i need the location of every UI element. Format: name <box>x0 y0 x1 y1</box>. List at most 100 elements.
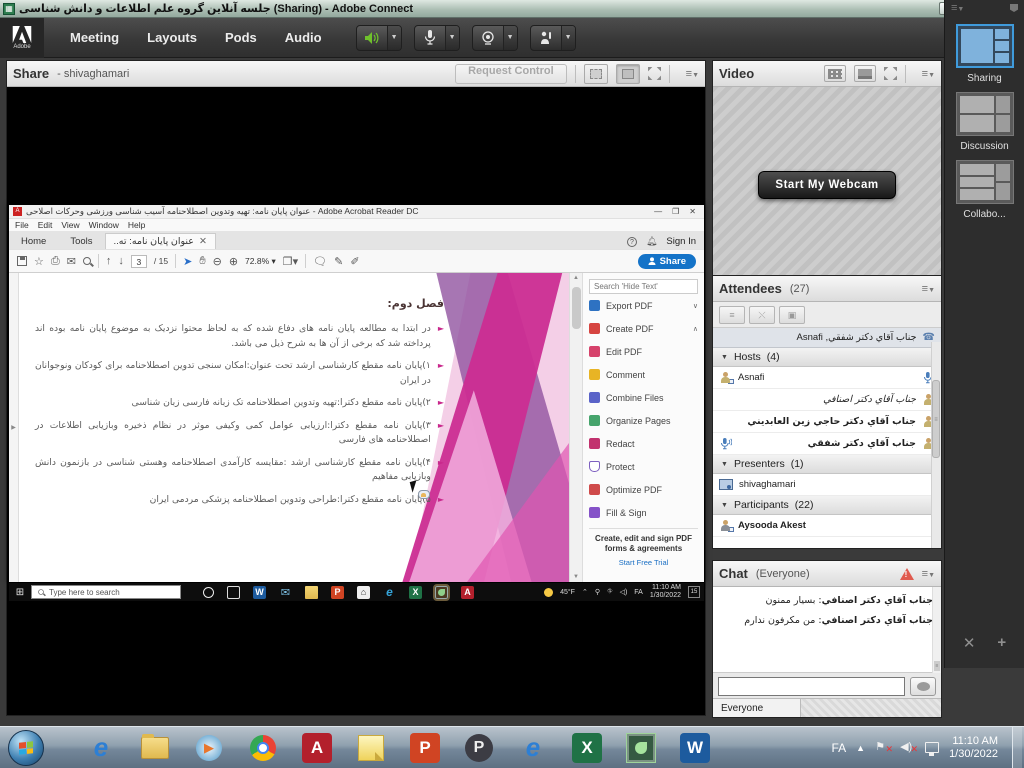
tray-volume-icon[interactable]: ◁) <box>620 588 628 596</box>
start-webcam-button[interactable]: Start My Webcam <box>758 171 895 199</box>
fullscreen-icon[interactable] <box>884 67 897 80</box>
pdf-minimize-button[interactable]: — <box>654 207 662 216</box>
tools-search-input[interactable] <box>589 279 698 294</box>
raise-hand-dropdown[interactable]: ▼ <box>561 26 575 50</box>
video-pod-menu-icon[interactable]: ≡▼ <box>922 68 935 80</box>
search-icon[interactable] <box>83 257 91 265</box>
file-explorer-icon[interactable] <box>140 733 170 763</box>
cortana-icon[interactable] <box>203 587 214 598</box>
collapse-arrow-icon[interactable]: ▼ <box>721 354 728 361</box>
tool-protect[interactable]: Protect <box>589 455 698 478</box>
notification-center-icon[interactable]: 15 <box>688 586 700 598</box>
tool-redact[interactable]: Redact <box>589 432 698 455</box>
mail-icon[interactable]: ✉ <box>279 586 292 599</box>
hand-tool-icon[interactable]: ✋︎ <box>199 255 205 268</box>
attendee-row[interactable]: shivaghamari <box>713 474 941 496</box>
pdf-tab-tools[interactable]: Tools <box>58 234 104 249</box>
menu-audio[interactable]: Audio <box>285 30 322 45</box>
tray-language[interactable]: FA <box>634 589 643 596</box>
pdf-menu-window[interactable]: Window <box>89 220 119 230</box>
collapse-arrow-icon[interactable]: ▼ <box>721 461 728 468</box>
adobe-connect-icon[interactable] <box>435 586 448 599</box>
tool-edit-pdf[interactable]: Edit PDF <box>589 340 698 363</box>
select-tool-icon[interactable]: ➤ <box>183 255 192 268</box>
zoom-out-icon[interactable]: ⊖ <box>213 255 222 268</box>
add-layout-icon[interactable]: + <box>997 634 1006 652</box>
tool-comment[interactable]: Comment <box>589 363 698 386</box>
word-icon[interactable]: W <box>253 586 266 599</box>
powerpoint-icon[interactable]: P <box>410 733 440 763</box>
webcam-button[interactable]: ▼ <box>472 25 518 51</box>
tool-combine-files[interactable]: Combine Files <box>589 386 698 409</box>
acrobat-reader-icon[interactable]: A <box>461 586 474 599</box>
network-icon[interactable] <box>925 742 939 753</box>
psiphon-icon[interactable]: P <box>464 733 494 763</box>
attendees-pod-menu-icon[interactable]: ≡▼ <box>922 283 935 295</box>
media-player-icon[interactable]: ▶ <box>194 733 224 763</box>
layout-discussion-thumbnail[interactable] <box>956 92 1014 136</box>
adobe-connect-icon[interactable] <box>626 733 656 763</box>
attendees-scrollbar[interactable]: ≡ <box>931 342 941 548</box>
shared-clock[interactable]: 11:10 AM 1/30/2022 <box>650 584 681 600</box>
volume-muted-icon[interactable]: ◀)✕ <box>900 741 915 754</box>
group-participants[interactable]: ▼ Participants (22) <box>713 496 941 515</box>
menu-layouts[interactable]: Layouts <box>147 30 197 45</box>
pdf-sign-in[interactable]: Sign In <box>666 236 696 247</box>
scrollbar-thumb[interactable]: ≡ <box>932 380 940 458</box>
attendee-row[interactable]: Asnafi <box>713 367 941 389</box>
group-hosts[interactable]: ▼ Hosts (4) <box>713 348 941 367</box>
internet-explorer-2-icon[interactable]: e <box>518 733 548 763</box>
pdf-tab-close-icon[interactable]: ✕ <box>199 236 207 247</box>
request-control-button[interactable]: Request Control <box>455 64 567 84</box>
attendee-row[interactable]: جناب آقاي دكتر حاجي زين العابديني <box>713 411 941 433</box>
chat-send-button[interactable] <box>910 677 936 696</box>
microphone-button[interactable]: ▼ <box>414 25 460 51</box>
filmstrip-view-button[interactable] <box>824 65 846 82</box>
grid-view-button[interactable] <box>854 65 876 82</box>
tool-create-pdf[interactable]: Create PDF∧ <box>589 317 698 340</box>
collapse-arrow-icon[interactable]: ▼ <box>721 502 728 509</box>
menu-meeting[interactable]: Meeting <box>70 30 119 45</box>
shared-start-button[interactable]: ⊞ <box>9 587 31 598</box>
chat-warning-icon[interactable] <box>900 568 914 580</box>
share-pod-menu-icon[interactable]: ≡▼ <box>686 68 699 80</box>
layout-collaboration-thumbnail[interactable] <box>956 160 1014 204</box>
raise-hand-button[interactable]: ▼ <box>530 25 576 51</box>
scroll-up-icon[interactable]: ▲ <box>573 275 579 281</box>
chat-message-input[interactable] <box>718 677 905 696</box>
pencil-icon[interactable]: ✎ <box>334 255 343 268</box>
system-clock[interactable]: 11:10 AM 1/30/2022 <box>949 735 1002 761</box>
task-view-icon[interactable] <box>227 586 240 599</box>
speaker-dropdown[interactable]: ▼ <box>387 26 401 50</box>
weather-temp[interactable]: 45°F <box>560 589 575 596</box>
pdf-close-button[interactable]: ✕ <box>689 207 696 216</box>
pdf-tab-document[interactable]: ✕ عنوان پایان نامه: ته.. <box>105 233 216 249</box>
edge-icon[interactable]: e <box>383 586 396 599</box>
tray-mic-icon[interactable]: ⚲ <box>595 588 600 596</box>
share-view-original-button[interactable] <box>584 64 608 84</box>
powerpoint-icon[interactable]: P <box>331 586 344 599</box>
page-down-icon[interactable]: ↓ <box>118 255 124 267</box>
chat-tab-everyone[interactable]: Everyone <box>713 699 801 717</box>
pdf-share-button[interactable]: Share <box>638 254 696 269</box>
journal-icon[interactable] <box>356 733 386 763</box>
excel-icon[interactable]: X <box>409 586 422 599</box>
star-icon[interactable]: ☆ <box>34 255 44 268</box>
pdf-menu-help[interactable]: Help <box>128 220 145 230</box>
layout-sharing-thumbnail[interactable] <box>956 24 1014 68</box>
pdf-nav-pane-handle[interactable]: ▶ <box>9 273 19 582</box>
attendee-row[interactable]: Aysooda Akest <box>713 515 941 537</box>
sidebar-menu-icon[interactable]: ≡▼ <box>951 2 964 14</box>
start-free-trial-link[interactable]: Start Free Trial <box>589 558 698 567</box>
tool-optimize-pdf[interactable]: Optimize PDF <box>589 478 698 501</box>
comment-icon[interactable]: 🗨︎ <box>313 255 327 268</box>
layout-discussion[interactable]: Discussion <box>945 92 1024 152</box>
scroll-down-icon[interactable]: ▼ <box>573 574 579 580</box>
group-presenters[interactable]: ▼ Presenters (1) <box>713 455 941 474</box>
zoom-in-icon[interactable]: ⊕ <box>229 255 238 268</box>
chat-scrollbar[interactable]: ≡ <box>932 587 941 673</box>
page-up-icon[interactable]: ↑ <box>106 255 112 267</box>
layout-collaboration[interactable]: Collabo... <box>945 160 1024 220</box>
pdf-vertical-scrollbar[interactable]: ▲ ▼ <box>569 273 582 582</box>
action-center-icon[interactable]: ⚑✕ <box>875 741 890 754</box>
